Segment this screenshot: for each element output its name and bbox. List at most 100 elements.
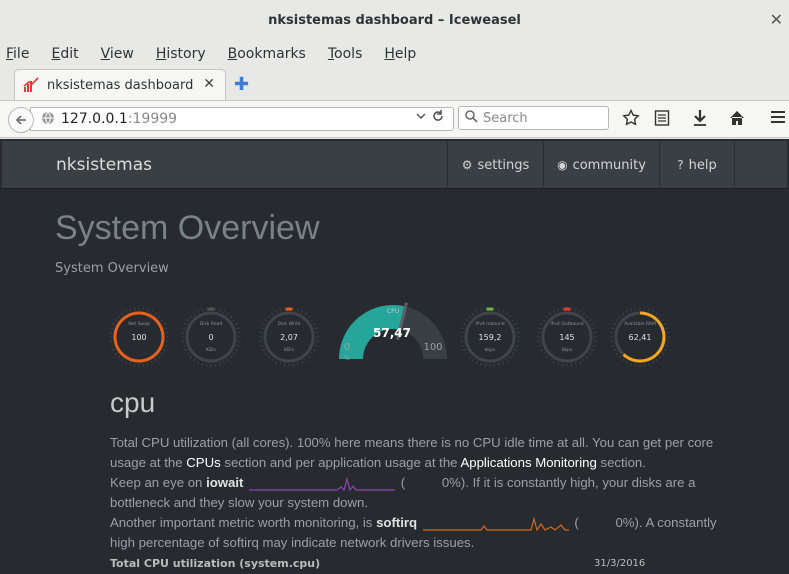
window-close-icon[interactable]: ✕ [770,10,783,29]
cpu-gauge-min: 0 [344,342,350,353]
gauge-tick [574,362,577,366]
gauge-tick [515,344,519,347]
gauge-net-swap[interactable]: Net Swap 100 [109,307,169,367]
gauge-tick [262,348,266,352]
gauge-available-ram[interactable]: Available RAM 62,41 [610,307,670,367]
softirq-label: softirq [376,515,418,530]
gauge-disk-write[interactable]: Disk Write 2,07 KB/s [259,307,319,367]
gauge-tick [621,358,625,362]
gauge-tick [186,318,190,322]
gauge-tick [114,352,118,356]
gauge-tick [658,315,662,319]
cpus-link[interactable]: CPUs [186,455,220,470]
gauge-tick [655,312,659,316]
gauge-tick [120,312,124,316]
gauge-value: 159,2 [479,333,502,342]
iowait-percent: 0% [441,475,461,490]
reading-list-icon[interactable] [654,109,670,131]
url-dropdown-icon[interactable] [415,110,427,125]
new-tab-icon[interactable]: ✚ [234,74,249,95]
gauge-title: IPv4 Inbound [475,321,504,327]
gauge-tick [164,344,168,347]
nav-community-label: community [572,157,646,173]
nav-settings-label: settings [477,157,530,173]
url-bar[interactable]: 127.0.0.1:19999 [30,107,454,131]
site-brand[interactable]: nksistemas [56,155,152,175]
gauge-tick [578,310,582,314]
gauge-title: Disk Read [200,321,223,327]
gauge-tick [578,360,582,364]
downloads-icon[interactable] [692,109,708,131]
gauge-tick [465,352,469,356]
back-button[interactable] [8,107,34,133]
tab-close-icon[interactable]: ✕ [203,76,215,92]
home-icon[interactable] [728,109,746,131]
gauge-tick [232,318,236,322]
url-port: :19999 [127,111,178,127]
back-arrow-icon [15,115,26,125]
menu-bookmarks[interactable]: Bookmarks [224,46,310,62]
gauge-tick [157,315,161,319]
menu-help[interactable]: Help [380,46,420,62]
tab-nksistemas-dashboard[interactable]: nksistemas dashboard ✕ [14,69,226,100]
nav-help[interactable]: ? help [659,141,735,189]
bookmark-star-icon[interactable] [622,108,640,131]
gauge-tick [236,327,240,330]
cpu-gauge-value: 57,47 [373,326,411,340]
gauge-tick [296,308,299,312]
gauge-tick [588,352,592,356]
gauge-tick [117,315,121,319]
reload-icon[interactable] [431,109,445,127]
gauge-disk-read[interactable]: Disk Read 0 KB/s [181,307,241,367]
gauge-tick [505,358,509,362]
gauge-tick [552,360,556,364]
gauge-tick [192,312,196,316]
gauge-tick [475,360,479,364]
cpu-chart-title: Total CPU utilization (system.cpu) [110,557,321,570]
gauge-tick [270,312,274,316]
search-input[interactable] [483,110,601,126]
search-icon [465,109,478,127]
gauge-ipv4-outbound[interactable]: IPv4 Outbound 145 kbps [537,307,597,367]
gauge-tick [468,315,472,319]
gauge-tick [574,308,577,312]
menu-view[interactable]: View [97,46,138,62]
gauge-tick [234,348,238,352]
gauge-tick [511,318,515,322]
gauge-tick [651,310,655,314]
gauge-title: Net Swap [128,321,150,327]
gauge-tick [511,352,515,356]
nav-settings[interactable]: ⚙ settings [447,141,543,189]
menu-edit[interactable]: Edit [47,46,82,62]
cpu-section-title: cpu [110,387,156,418]
gauge-tick [611,344,615,347]
search-bar[interactable] [458,106,609,130]
gauge-tick [124,310,128,314]
gauge-tick [129,308,132,312]
gauge-tick [661,318,665,322]
gauge-tick [110,344,114,347]
window-title: nksistemas dashboard – Iceweasel [268,12,521,28]
cpu-gauge[interactable]: CPU 57,47 0 100% [339,302,447,362]
gauge-ipv4-inbound[interactable]: IPv4 Inbound 159,2 kbps [460,307,520,367]
gauge-tick [538,327,542,330]
menu-file[interactable]: File [2,46,33,62]
applications-monitoring-link[interactable]: Applications Monitoring [460,455,596,470]
gauge-tick [218,362,221,366]
gauge-tick [513,348,517,352]
hamburger-menu-icon[interactable] [770,109,786,129]
menu-history[interactable]: History [152,46,210,62]
gauge-tick [267,355,271,359]
tab-label: nksistemas dashboard [47,77,194,93]
gauge-tick [189,315,193,319]
gauge-tick [184,322,188,326]
nav-community[interactable]: ◉ community [543,141,659,189]
gauge-tick [262,322,266,326]
gauge-value: 62,41 [629,333,652,342]
gauge-title: Disk Write [278,321,301,327]
gauge-value: 0 [208,333,213,342]
gauge-tick [310,352,314,356]
gauge-unit: kbps [485,347,496,353]
gauge-tick [112,348,116,352]
menu-tools[interactable]: Tools [324,46,367,62]
